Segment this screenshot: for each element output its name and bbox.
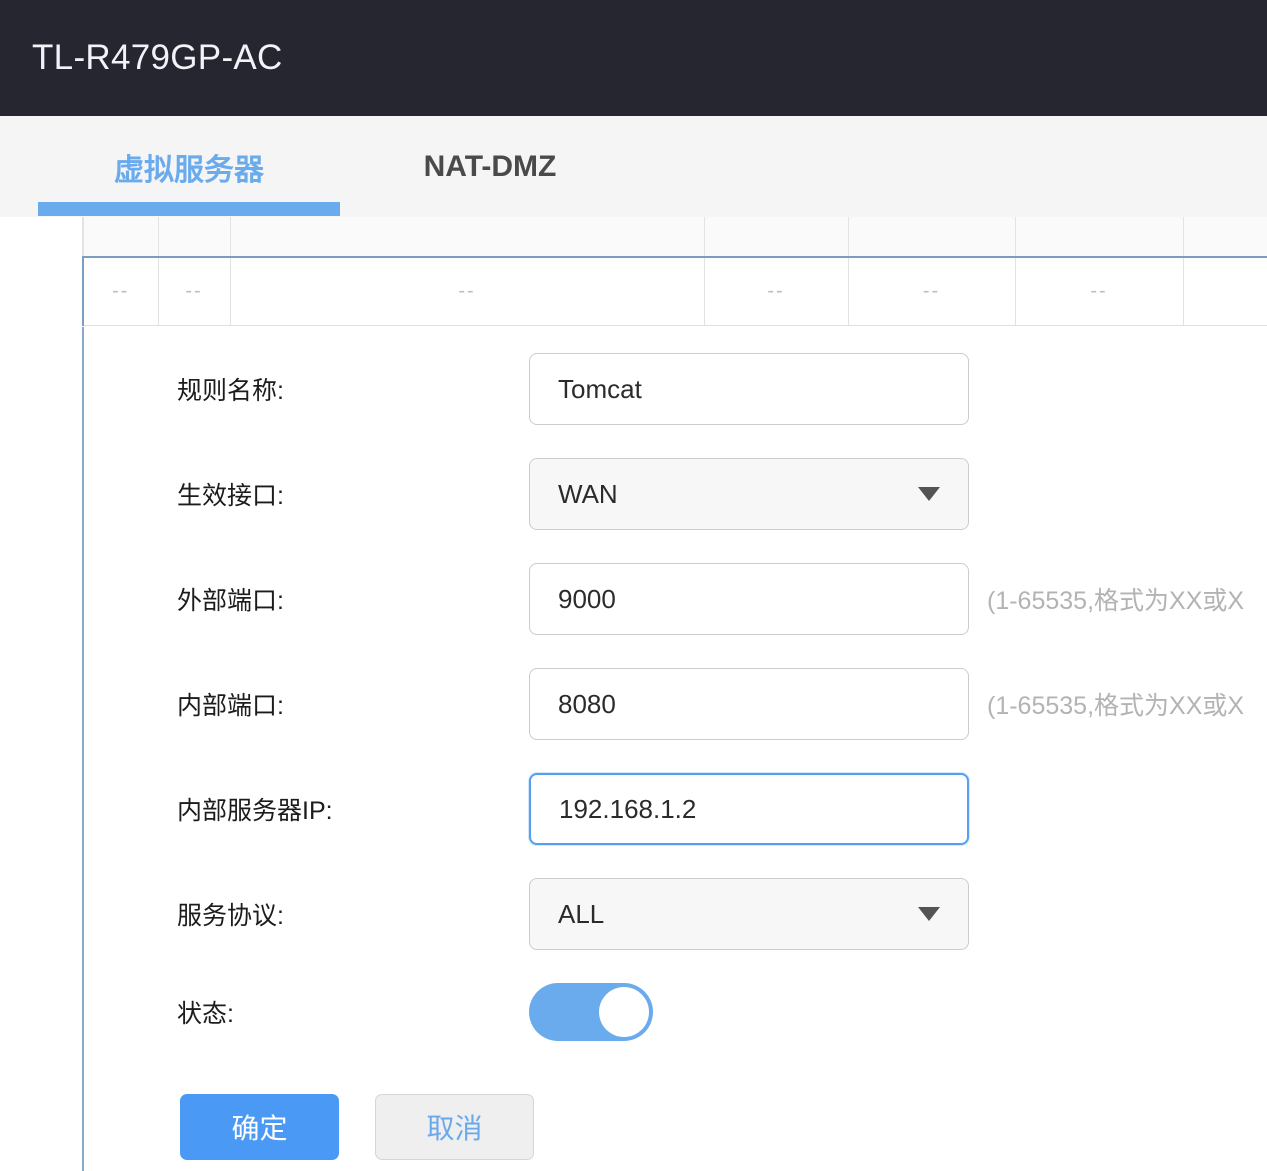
label-status: 状态: xyxy=(177,1000,234,1028)
table-cell xyxy=(1183,257,1267,326)
input-server-ip[interactable]: 192.168.1.2 xyxy=(529,773,969,845)
hint-internal-port: (1-65535,格式为XX或X xyxy=(987,692,1245,720)
table-header-cell xyxy=(230,217,705,258)
form-row-internal-port: 内部端口: 8080 (1-65535,格式为XX或X xyxy=(84,652,1267,756)
table-cell: -- xyxy=(230,257,705,326)
table-header-cell xyxy=(848,217,1016,258)
label-external-port: 外部端口: xyxy=(177,587,284,615)
table-header-cell xyxy=(82,217,159,258)
select-interface-value: WAN xyxy=(558,478,618,509)
table-header xyxy=(82,217,1267,258)
table-cell: -- xyxy=(704,257,849,326)
label-rule-name: 规则名称: xyxy=(177,377,284,405)
table-body: -- -- -- -- -- -- xyxy=(82,257,1267,326)
select-protocol[interactable]: ALL xyxy=(529,878,969,950)
label-internal-port: 内部端口: xyxy=(177,692,284,720)
input-external-port[interactable]: 9000 xyxy=(529,563,969,635)
form-row-protocol: 服务协议: ALL xyxy=(84,862,1267,966)
select-protocol-value: ALL xyxy=(558,898,605,929)
table-header-cell xyxy=(1183,217,1267,258)
active-tab-indicator xyxy=(38,202,340,216)
form-actions: 确定 取消 xyxy=(84,1094,1267,1171)
table-header-cell xyxy=(1015,217,1184,258)
form-row-rule-name: 规则名称: Tomcat xyxy=(84,337,1267,441)
page-title: TL-R479GP-AC xyxy=(32,38,283,77)
chevron-down-icon xyxy=(918,487,940,501)
input-rule-name[interactable]: Tomcat xyxy=(529,353,969,425)
hint-external-port: (1-65535,格式为XX或X xyxy=(987,587,1245,615)
virtual-server-table: -- -- -- -- -- -- xyxy=(82,217,1267,326)
app-header: TL-R479GP-AC xyxy=(0,0,1267,116)
router-config-page: TL-R479GP-AC 虚拟服务器 NAT-DMZ -- -- -- -- -… xyxy=(0,0,1267,1171)
table-header-row xyxy=(82,217,1267,258)
cancel-button[interactable]: 取消 xyxy=(375,1094,534,1160)
confirm-button[interactable]: 确定 xyxy=(180,1094,339,1160)
select-interface[interactable]: WAN xyxy=(529,458,969,530)
virtual-server-table-wrap: -- -- -- -- -- -- xyxy=(82,217,1267,327)
input-internal-port[interactable]: 8080 xyxy=(529,668,969,740)
table-cell: -- xyxy=(82,257,159,326)
table-cell: -- xyxy=(1015,257,1184,326)
form-row-server-ip: 内部服务器IP: 192.168.1.2 xyxy=(84,757,1267,861)
label-protocol: 服务协议: xyxy=(177,902,284,930)
form-row-external-port: 外部端口: 9000 (1-65535,格式为XX或X xyxy=(84,547,1267,651)
table-header-cell xyxy=(704,217,849,258)
table-row[interactable]: -- -- -- -- -- -- xyxy=(82,257,1267,326)
chevron-down-icon xyxy=(918,907,940,921)
status-toggle[interactable] xyxy=(529,983,653,1041)
table-header-cell xyxy=(158,217,231,258)
label-interface: 生效接口: xyxy=(177,482,284,510)
tab-nat-dmz[interactable]: NAT-DMZ xyxy=(370,116,610,217)
form-row-status: 状态: xyxy=(84,972,1267,1052)
table-cell: -- xyxy=(158,257,231,326)
label-server-ip: 内部服务器IP: xyxy=(177,797,333,825)
virtual-server-form: 规则名称: Tomcat 生效接口: WAN 外部端口: 9000 (1-655… xyxy=(82,327,1267,1171)
table-cell: -- xyxy=(848,257,1016,326)
status-toggle-knob xyxy=(599,987,649,1037)
form-row-interface: 生效接口: WAN xyxy=(84,442,1267,546)
